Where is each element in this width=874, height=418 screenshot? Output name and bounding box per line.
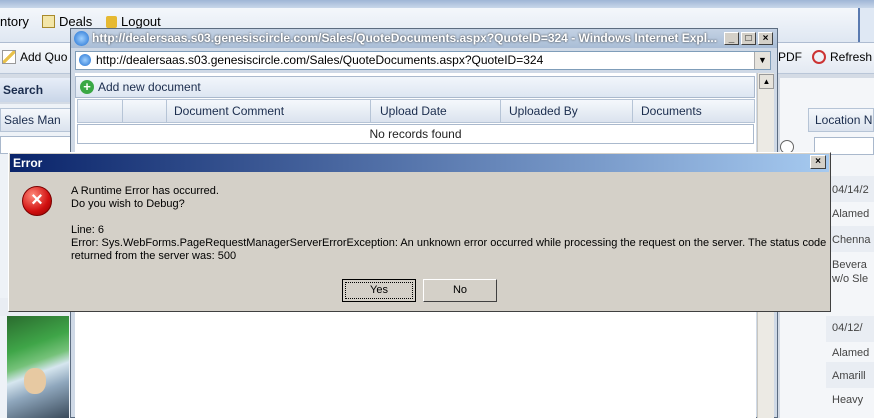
right-cell-5: w/o Sle (832, 273, 869, 285)
deals-icon (42, 15, 55, 28)
photo-face (24, 368, 46, 394)
error-detail-line2: returned from the server was: 500 (71, 250, 237, 262)
refresh-label: Refresh (830, 50, 873, 64)
refresh-button[interactable]: Refresh (812, 50, 872, 64)
error-icon: × (22, 186, 52, 216)
add-icon: + (80, 80, 94, 94)
error-close-button[interactable]: × (810, 155, 826, 169)
add-new-document-button[interactable]: + Add new document (75, 76, 755, 98)
no-button[interactable]: No (423, 279, 497, 302)
address-url: http://dealersaas.s03.genesiscircle.com/… (96, 53, 544, 67)
add-new-document-label: Add new document (98, 80, 201, 94)
right-cell-8: Amarill (832, 370, 866, 382)
refresh-icon (812, 50, 826, 64)
error-line-number: Line: 6 (71, 224, 105, 236)
nav-logout-label: Logout (121, 14, 161, 29)
right-cell-9: Heavy (832, 394, 864, 406)
scroll-up-button[interactable]: ▲ (759, 74, 774, 89)
address-bar[interactable]: http://dealersaas.s03.genesiscircle.com/… (75, 51, 771, 70)
right-cell-2: Alamed (832, 208, 870, 220)
no-records-message: No records found (77, 124, 754, 144)
doc-col-blank-1 (77, 99, 123, 123)
page-icon (79, 54, 91, 66)
doc-col-documents[interactable]: Documents (632, 99, 755, 123)
error-dialog-title[interactable]: Error (10, 154, 829, 172)
nav-inventory[interactable]: ntory (0, 14, 29, 29)
address-dropdown-button[interactable]: ▼ (754, 52, 770, 69)
ie-title-text: http://dealersaas.s03.genesiscircle.com/… (92, 31, 718, 45)
doc-col-uploaded-by[interactable]: Uploaded By (500, 99, 633, 123)
nav-deals[interactable]: Deals (42, 14, 92, 29)
right-cell-6: 04/12/ (832, 322, 863, 334)
right-cell-4: Bevera (832, 259, 867, 271)
error-message-line2: Do you wish to Debug? (71, 198, 185, 210)
doc-col-upload-date[interactable]: Upload Date (370, 99, 501, 123)
search-panel-header[interactable]: Search (0, 78, 72, 102)
location-header[interactable]: Location N (808, 108, 874, 132)
nav-deals-label: Deals (59, 14, 93, 29)
doc-col-blank-2 (122, 99, 167, 123)
pdf-label: PDF (778, 50, 802, 64)
close-window-button[interactable]: × (758, 32, 773, 45)
lock-icon (106, 15, 117, 28)
ie-logo-icon (74, 31, 89, 46)
error-dialog (8, 152, 831, 312)
pdf-button[interactable]: PDF (778, 50, 802, 64)
doc-col-comment[interactable]: Document Comment (166, 99, 371, 123)
maximize-button[interactable]: □ (741, 32, 756, 45)
right-cell-1: 04/14/2 (832, 184, 869, 196)
yes-button-label: Yes (345, 282, 413, 299)
add-quote-label: Add Quo (20, 50, 68, 64)
right-cell-3: Chenna (832, 234, 871, 246)
nav-right-edge (858, 8, 874, 42)
pencil-icon (2, 50, 16, 64)
error-message-line1: A Runtime Error has occurred. (71, 185, 219, 197)
sales-man-header[interactable]: Sales Man (0, 108, 72, 132)
add-quote-button[interactable]: Add Quo (2, 50, 67, 64)
yes-button[interactable]: Yes (342, 279, 416, 302)
nav-inventory-label: ntory (0, 14, 29, 29)
error-detail-line1: Error: Sys.WebForms.PageRequestManagerSe… (71, 237, 827, 249)
minimize-button[interactable]: _ (724, 32, 739, 45)
vehicle-photo (7, 316, 69, 418)
nav-logout[interactable]: Logout (106, 14, 161, 29)
right-cell-7: Alamed (832, 347, 870, 359)
app-top-strip (0, 0, 874, 8)
